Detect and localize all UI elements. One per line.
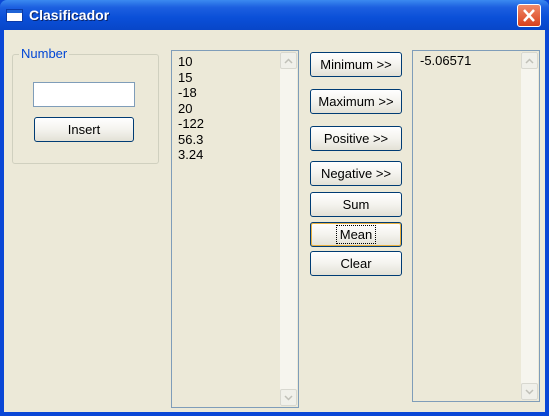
numbers-scroll-down-button[interactable] xyxy=(280,389,297,406)
mean-button-label: Mean xyxy=(335,225,377,244)
numbers-list: 10 15 -18 20 -122 56.3 3.24 xyxy=(178,54,204,163)
negative-button[interactable]: Negative >> xyxy=(310,161,402,186)
numbers-list-item[interactable]: 56.3 xyxy=(178,132,204,148)
results-list: -5.06571 xyxy=(420,53,471,69)
close-icon xyxy=(523,9,535,22)
arrow-down-icon xyxy=(525,389,534,395)
arrow-up-icon xyxy=(284,58,293,64)
numbers-list-item[interactable]: 10 xyxy=(178,54,204,70)
app-window: Clasificador Number Insert 10 15 -18 20 -122… xyxy=(0,0,549,416)
results-scrollbar[interactable] xyxy=(521,52,538,400)
results-scroll-up-button[interactable] xyxy=(521,52,538,69)
numbers-list-item[interactable]: 15 xyxy=(178,70,204,86)
maximum-button-label: Maximum >> xyxy=(318,94,394,109)
window-title: Clasificador xyxy=(29,7,110,23)
mean-button[interactable]: Mean xyxy=(310,222,402,247)
number-groupbox xyxy=(12,54,159,164)
minimum-button-label: Minimum >> xyxy=(320,57,392,72)
positive-button-label: Positive >> xyxy=(323,131,389,146)
minimum-button[interactable]: Minimum >> xyxy=(310,52,402,77)
results-listbox[interactable]: -5.06571 xyxy=(412,50,540,402)
close-button[interactable] xyxy=(517,4,541,27)
title-bar[interactable]: Clasificador xyxy=(0,0,549,30)
sum-button-label: Sum xyxy=(342,197,370,212)
clear-button[interactable]: Clear xyxy=(310,251,402,276)
arrow-up-icon xyxy=(525,58,534,64)
numbers-scrollbar[interactable] xyxy=(280,52,297,406)
number-group-legend: Number xyxy=(19,46,70,61)
client-area: Number Insert 10 15 -18 20 -122 56.3 3.24 Mini… xyxy=(4,30,545,412)
results-list-item[interactable]: -5.06571 xyxy=(420,53,471,69)
insert-button-label: Insert xyxy=(67,122,101,137)
negative-button-label: Negative >> xyxy=(320,166,392,181)
number-input[interactable] xyxy=(33,82,135,107)
numbers-scroll-up-button[interactable] xyxy=(280,52,297,69)
arrow-down-icon xyxy=(284,395,293,401)
numbers-list-item[interactable]: -18 xyxy=(178,85,204,101)
maximum-button[interactable]: Maximum >> xyxy=(310,89,402,114)
clear-button-label: Clear xyxy=(340,256,372,271)
sum-button[interactable]: Sum xyxy=(310,192,402,217)
numbers-list-item[interactable]: 20 xyxy=(178,101,204,117)
positive-button[interactable]: Positive >> xyxy=(310,126,402,151)
numbers-list-item[interactable]: -122 xyxy=(178,116,204,132)
numbers-list-item[interactable]: 3.24 xyxy=(178,147,204,163)
window-icon xyxy=(6,9,23,22)
numbers-listbox[interactable]: 10 15 -18 20 -122 56.3 3.24 xyxy=(171,50,299,408)
results-scroll-down-button[interactable] xyxy=(521,383,538,400)
insert-button[interactable]: Insert xyxy=(34,117,134,142)
